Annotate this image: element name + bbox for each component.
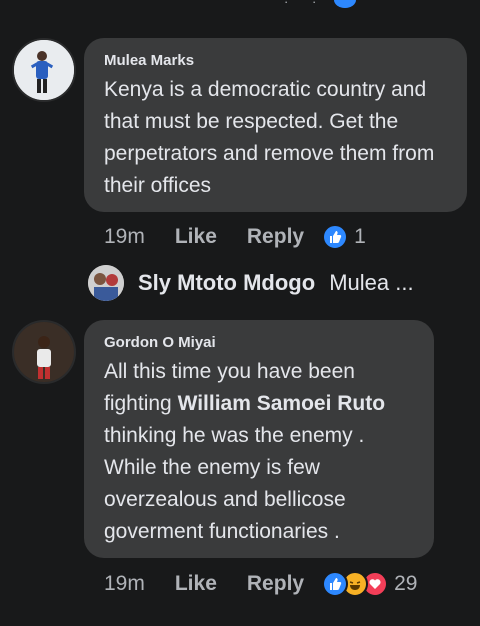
like-icon bbox=[322, 571, 349, 597]
cutoff-glyph: · bbox=[312, 0, 317, 9]
reactions-summary[interactable]: 29 bbox=[322, 571, 417, 597]
like-button[interactable]: Like bbox=[175, 572, 217, 596]
reply-avatar[interactable] bbox=[88, 265, 124, 301]
comment-text: Kenya is a democratic country and that m… bbox=[104, 78, 435, 197]
avatar-person-icon bbox=[88, 265, 124, 301]
comment-actions: 19m Like Reply 1 bbox=[104, 224, 366, 250]
cutoff-reaction-icon bbox=[334, 0, 356, 8]
cutoff-glyph: · bbox=[284, 0, 289, 9]
comment-timestamp[interactable]: 19m bbox=[104, 225, 145, 249]
avatar[interactable] bbox=[12, 38, 76, 102]
reaction-count: 1 bbox=[354, 225, 366, 248]
reply-button[interactable]: Reply bbox=[247, 225, 304, 249]
comment-author[interactable]: Mulea Marks bbox=[104, 52, 447, 70]
comment-timestamp[interactable]: 19m bbox=[104, 572, 145, 596]
reply-author[interactable]: Sly Mtoto Mdogo bbox=[138, 270, 315, 296]
previous-comment-cutoff: · · bbox=[0, 0, 480, 18]
reply-snippet: Mulea ... bbox=[329, 270, 414, 295]
reaction-count: 29 bbox=[394, 572, 418, 595]
comment-bubble[interactable]: Mulea Marks Kenya is a democratic countr… bbox=[84, 38, 467, 212]
reply-preview[interactable]: Sly Mtoto Mdogo Mulea ... bbox=[88, 265, 414, 301]
comment-actions: 19m Like Reply 29 bbox=[104, 571, 417, 597]
avatar[interactable] bbox=[12, 320, 76, 384]
comment-text-part: thinking he was the enemy . While the en… bbox=[104, 424, 365, 543]
comment-bubble[interactable]: Gordon O Miyai All this time you have be… bbox=[84, 320, 434, 558]
mention-link[interactable]: William Samoei Ruto bbox=[178, 392, 386, 415]
avatar-person-icon bbox=[14, 322, 74, 382]
like-button[interactable]: Like bbox=[175, 225, 217, 249]
comment-author[interactable]: Gordon O Miyai bbox=[104, 334, 414, 352]
reactions-summary[interactable]: 1 bbox=[322, 224, 366, 250]
reply-button[interactable]: Reply bbox=[247, 572, 304, 596]
like-icon bbox=[322, 224, 349, 250]
avatar-person-icon bbox=[14, 40, 74, 100]
comment-text: All this time you have been fighting Wil… bbox=[104, 356, 414, 548]
